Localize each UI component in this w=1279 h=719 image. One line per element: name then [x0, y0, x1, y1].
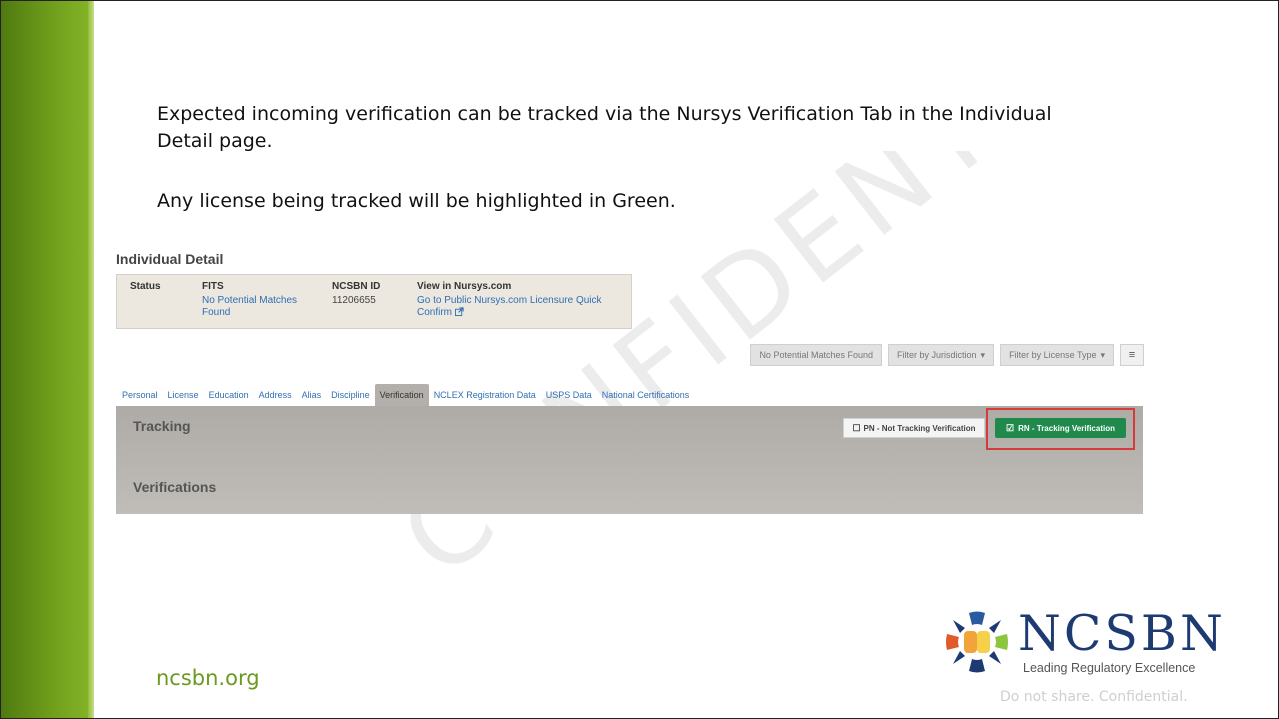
caret-down-icon: ▾ [980, 349, 986, 360]
tab-verification[interactable]: Verification [374, 384, 429, 406]
tab-alias[interactable]: Alias [297, 384, 327, 406]
tab-address[interactable]: Address [254, 384, 297, 406]
caret-down-icon: ▾ [1100, 349, 1105, 360]
external-link-icon [454, 307, 464, 316]
verifications-heading: Verifications [133, 479, 217, 495]
intro-text: Expected incoming verification can be tr… [157, 101, 1097, 215]
summary-bar: Status FITS No Potential Matches Found N… [116, 274, 632, 329]
filter-toolbar: No Potential Matches Found Filter by Jur… [750, 344, 1144, 366]
nursys-header: View in Nursys.com [417, 281, 512, 292]
ncsbn-id-value: 11206655 [332, 295, 376, 306]
checked-box-icon: ☑ [1006, 422, 1015, 433]
footer-website[interactable]: ncsbn.org [156, 666, 260, 690]
tab-license[interactable]: License [163, 384, 204, 406]
fits-value-link[interactable]: No Potential Matches Found [202, 295, 297, 319]
hamburger-icon: ≡ [1128, 349, 1136, 361]
no-potential-matches-button[interactable]: No Potential Matches Found [750, 344, 883, 366]
unchecked-box-icon: ☐ [852, 422, 861, 433]
filter-license-type-dropdown[interactable]: Filter by License Type ▾ [1000, 344, 1114, 366]
ncsbn-id-header: NCSBN ID [332, 281, 381, 292]
status-header: Status [130, 281, 161, 292]
nursys-quick-confirm-link[interactable]: Go to Public Nursys.com Licensure Quick … [417, 295, 602, 319]
filter-jurisdiction-dropdown[interactable]: Filter by Jurisdiction ▾ [888, 344, 995, 366]
tab-usps-data[interactable]: USPS Data [541, 384, 597, 406]
ncsbn-tagline: Leading Regulatory Excellence [1023, 661, 1196, 675]
tab-discipline[interactable]: Discipline [326, 384, 375, 406]
tracking-heading: Tracking [133, 418, 191, 434]
slide: CONFIDENTIAL Expected incoming verificat… [0, 0, 1279, 719]
ncsbn-logo: NCSBN Leading Regulatory Excellence [945, 605, 1223, 678]
intro-line-2: Any license being tracked will be highli… [157, 190, 676, 212]
intro-line-1: Expected incoming verification can be tr… [157, 103, 1052, 152]
page-title: Individual Detail [116, 251, 224, 267]
tab-education[interactable]: Education [204, 384, 254, 406]
verification-panel: Tracking ☐ PN - Not Tracking Verificatio… [116, 406, 1143, 514]
detail-tabs: Personal License Education Address Alias… [117, 384, 694, 406]
confidential-note: Do not share. Confidential. [1000, 689, 1188, 705]
tab-personal[interactable]: Personal [117, 384, 163, 406]
ncsbn-wordmark: NCSBN [1018, 605, 1226, 662]
pn-not-tracking-button[interactable]: ☐ PN - Not Tracking Verification [843, 418, 985, 438]
rn-tracking-button[interactable]: ☑ RN - Tracking Verification [995, 418, 1126, 438]
menu-button[interactable]: ≡ [1120, 344, 1144, 366]
tab-nclex-registration-data[interactable]: NCLEX Registration Data [429, 384, 541, 406]
individual-detail-screenshot: Individual Detail Status FITS No Potenti… [114, 241, 1144, 516]
fits-header: FITS [202, 281, 224, 292]
green-side-bar [1, 1, 94, 718]
ncsbn-logo-mark-icon [946, 611, 1008, 673]
tab-national-certifications[interactable]: National Certifications [597, 384, 695, 406]
